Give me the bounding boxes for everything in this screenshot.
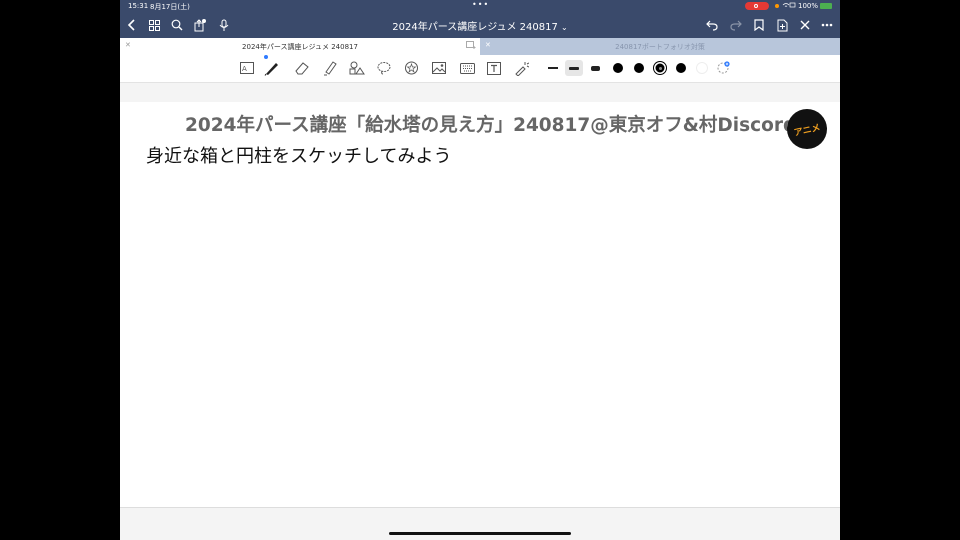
stroke-medium-icon [569, 66, 579, 70]
color-swatch-3[interactable] [672, 60, 690, 76]
close-icon[interactable] [795, 14, 815, 36]
highlighter-icon[interactable] [321, 60, 339, 76]
tab-label: 240817ポートフォリオ対策 [615, 43, 705, 51]
lasso-icon[interactable] [375, 60, 393, 76]
color-dot [696, 62, 708, 74]
stroke-thin-icon [548, 67, 558, 69]
page-gap [120, 83, 840, 102]
shapes-icon[interactable] [348, 60, 366, 76]
undo-icon[interactable] [702, 14, 722, 36]
color-swatch-2[interactable] [630, 60, 648, 76]
color-dot [676, 63, 686, 73]
stroke-medium-button[interactable] [565, 60, 583, 76]
tab-active[interactable]: ✕ 2024年パース講座レジュメ 240817 [120, 38, 480, 55]
redo-icon[interactable] [726, 14, 746, 36]
logo-text: アニメ [793, 123, 822, 139]
wifi-icon [782, 2, 796, 11]
notebook-page[interactable]: 2024年パース講座「給水塔の見え方」240817@東京オフ&村Discord … [120, 102, 840, 507]
stroke-thin-button[interactable] [544, 60, 562, 76]
page-subheading: 身近な箱と円柱をスケッチしてみよう [146, 146, 452, 167]
color-swatch-selected[interactable] [651, 60, 669, 76]
chevron-down-icon: ⌄ [561, 23, 568, 32]
color-picker-icon[interactable] [714, 60, 732, 76]
new-window-icon[interactable] [466, 41, 476, 51]
stroke-thick-icon [590, 65, 600, 71]
page-heading: 2024年パース講座「給水塔の見え方」240817@東京オフ&村Discord [185, 115, 797, 136]
battery-icon [820, 3, 832, 9]
document-title-text: 2024年パース講座レジュメ 240817 [392, 22, 558, 33]
color-swatch-1[interactable] [609, 60, 627, 76]
nav-row: 2024年パース講座レジュメ 240817 ⌄ [120, 14, 840, 36]
color-dot [613, 63, 623, 73]
eraser-icon[interactable] [293, 60, 311, 76]
battery-percent: 100% [798, 2, 819, 10]
stroke-thick-button[interactable] [586, 60, 604, 76]
svg-text:A: A [242, 65, 247, 73]
textbox-icon[interactable] [485, 60, 503, 76]
color-dot [634, 63, 644, 73]
status-date: 8月17日(土) [150, 3, 190, 11]
screen-recording-icon[interactable] [745, 2, 769, 10]
multitask-dots[interactable]: ••• [472, 0, 489, 9]
status-bar: 15:31 8月17日(土) ••• 100% [120, 0, 840, 12]
color-swatch-4[interactable] [693, 60, 711, 76]
color-dot [654, 62, 666, 74]
lasso-text-icon[interactable]: A [238, 60, 256, 76]
tab-bar: ✕ 2024年パース講座レジュメ 240817 ✕ 240817ポートフォリオ対… [120, 38, 840, 55]
ipad-screen: 15:31 8月17日(土) ••• 100% 2024年パース講座レジュメ 2… [120, 0, 840, 540]
bookmark-icon[interactable] [749, 14, 769, 36]
sticker-icon[interactable] [402, 60, 420, 76]
status-time: 15:31 [128, 2, 149, 10]
tab-inactive[interactable]: ✕ 240817ポートフォリオ対策 [480, 38, 840, 55]
top-bar: 15:31 8月17日(土) ••• 100% 2024年パース講座レジュメ 2… [120, 0, 840, 38]
next-page-gap [120, 507, 840, 540]
laser-pointer-icon[interactable] [512, 60, 530, 76]
anime-logo: アニメ [787, 109, 827, 149]
tab-label: 2024年パース講座レジュメ 240817 [242, 43, 358, 51]
keyboard-icon[interactable] [458, 60, 476, 76]
home-indicator[interactable] [389, 532, 571, 535]
image-icon[interactable] [430, 60, 448, 76]
mic-indicator-icon [775, 4, 779, 8]
more-icon[interactable] [817, 14, 837, 36]
drawing-toolbar: A [120, 55, 840, 83]
add-page-icon[interactable] [772, 14, 792, 36]
pen-icon[interactable] [263, 55, 281, 76]
